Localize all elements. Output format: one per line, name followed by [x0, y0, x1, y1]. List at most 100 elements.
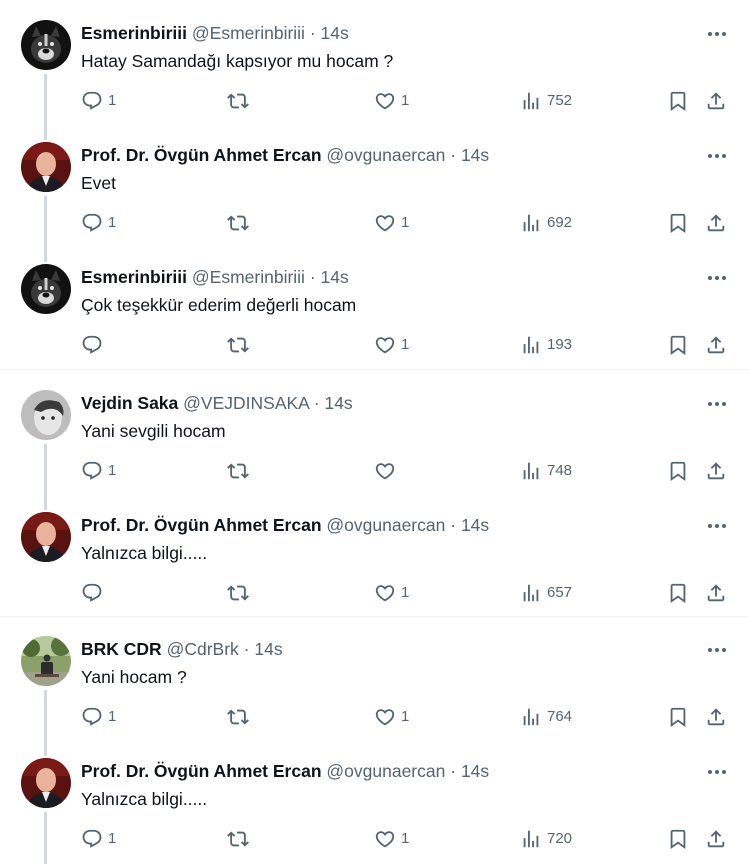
- views-button[interactable]: 752: [520, 89, 572, 113]
- share-button[interactable]: [705, 89, 727, 113]
- reply-button[interactable]: [81, 581, 108, 605]
- timestamp[interactable]: 14s: [321, 267, 349, 287]
- author-handle[interactable]: @ovgunaercan: [326, 761, 445, 781]
- views-button[interactable]: 193: [520, 333, 572, 357]
- retweet-button[interactable]: [227, 827, 254, 851]
- author-name[interactable]: Prof. Dr. Övgün Ahmet Ercan: [81, 515, 322, 535]
- author-handle[interactable]: @Esmerinbiriii: [192, 267, 305, 287]
- bookmark-icon: [667, 828, 689, 850]
- share-button[interactable]: [705, 581, 727, 605]
- share-button[interactable]: [705, 333, 727, 357]
- author-handle[interactable]: @VEJDINSAKA: [183, 393, 309, 413]
- like-count: 1: [401, 214, 410, 231]
- bookmark-button[interactable]: [667, 211, 689, 235]
- more-icon[interactable]: [703, 268, 731, 288]
- share-button[interactable]: [705, 211, 727, 235]
- like-button[interactable]: [374, 459, 401, 483]
- separator-dot: ·: [243, 639, 250, 659]
- like-button[interactable]: 1: [374, 89, 409, 113]
- thread-divider: [0, 616, 749, 617]
- more-icon[interactable]: [703, 146, 731, 166]
- avatar-dog[interactable]: [21, 20, 71, 70]
- like-count: 1: [401, 584, 410, 601]
- share-icon: [705, 212, 727, 234]
- more-icon[interactable]: [703, 762, 731, 782]
- timestamp[interactable]: 14s: [461, 761, 489, 781]
- reply-button[interactable]: 1: [81, 459, 116, 483]
- like-button[interactable]: 1: [374, 333, 409, 357]
- avatar-prof[interactable]: [21, 512, 71, 562]
- more-icon[interactable]: [703, 640, 731, 660]
- share-button[interactable]: [705, 705, 727, 729]
- author-handle[interactable]: @ovgunaercan: [326, 515, 445, 535]
- author-handle[interactable]: @ovgunaercan: [326, 145, 445, 165]
- retweet-button[interactable]: [227, 89, 254, 113]
- retweet-button[interactable]: [227, 705, 254, 729]
- tweet[interactable]: Esmerinbiriii @Esmerinbiriii · 14s Hatay…: [0, 0, 749, 140]
- bookmark-icon: [667, 582, 689, 604]
- bookmark-button[interactable]: [667, 89, 689, 113]
- share-icon: [705, 706, 727, 728]
- like-button[interactable]: 1: [374, 705, 409, 729]
- views-button[interactable]: 764: [520, 705, 572, 729]
- bookmark-button[interactable]: [667, 827, 689, 851]
- share-icon: [705, 334, 727, 356]
- tweet-text: Evet: [81, 173, 117, 193]
- tweet[interactable]: Esmerinbiriii @Esmerinbiriii · 14s Çok t…: [0, 244, 749, 366]
- tweet[interactable]: Vejdin Saka @VEJDINSAKA · 14s Yani sevgi…: [0, 370, 749, 510]
- tweet[interactable]: BRK CDR @CdrBrk · 14s Yani hocam ? 1 1 7…: [0, 616, 749, 756]
- tweet[interactable]: Prof. Dr. Övgün Ahmet Ercan @ovgunaercan…: [0, 122, 749, 262]
- timestamp[interactable]: 14s: [321, 23, 349, 43]
- thread-divider: [0, 369, 749, 370]
- like-button[interactable]: 1: [374, 581, 409, 605]
- retweet-button[interactable]: [227, 581, 254, 605]
- tweet[interactable]: Prof. Dr. Övgün Ahmet Ercan @ovgunaercan…: [0, 492, 749, 614]
- bookmark-button[interactable]: [667, 459, 689, 483]
- more-icon[interactable]: [703, 516, 731, 536]
- retweet-button[interactable]: [227, 459, 254, 483]
- timestamp[interactable]: 14s: [461, 145, 489, 165]
- avatar-prof[interactable]: [21, 758, 71, 808]
- bookmark-button[interactable]: [667, 581, 689, 605]
- author-name[interactable]: BRK CDR: [81, 639, 162, 659]
- share-button[interactable]: [705, 459, 727, 483]
- author-name[interactable]: Prof. Dr. Övgün Ahmet Ercan: [81, 761, 322, 781]
- retweet-icon: [227, 582, 249, 604]
- share-button[interactable]: [705, 827, 727, 851]
- like-button[interactable]: 1: [374, 827, 409, 851]
- bookmark-icon: [667, 334, 689, 356]
- author-name[interactable]: Esmerinbiriii: [81, 267, 187, 287]
- avatar-park[interactable]: [21, 636, 71, 686]
- reply-button[interactable]: 1: [81, 211, 116, 235]
- author-name[interactable]: Prof. Dr. Övgün Ahmet Ercan: [81, 145, 322, 165]
- views-button[interactable]: 720: [520, 827, 572, 851]
- timestamp[interactable]: 14s: [461, 515, 489, 535]
- views-button[interactable]: 748: [520, 459, 572, 483]
- bookmark-button[interactable]: [667, 705, 689, 729]
- views-button[interactable]: 657: [520, 581, 572, 605]
- reply-button[interactable]: 1: [81, 827, 116, 851]
- reply-button[interactable]: [81, 333, 108, 357]
- timestamp[interactable]: 14s: [324, 393, 352, 413]
- author-name[interactable]: Vejdin Saka: [81, 393, 178, 413]
- author-handle[interactable]: @CdrBrk: [167, 639, 239, 659]
- author-name[interactable]: Esmerinbiriii: [81, 23, 187, 43]
- retweet-icon: [227, 828, 249, 850]
- tweet[interactable]: Prof. Dr. Övgün Ahmet Ercan @ovgunaercan…: [0, 738, 749, 864]
- timestamp[interactable]: 14s: [254, 639, 282, 659]
- avatar-dog[interactable]: [21, 264, 71, 314]
- more-icon[interactable]: [703, 394, 731, 414]
- reply-button[interactable]: 1: [81, 705, 116, 729]
- retweet-button[interactable]: [227, 211, 254, 235]
- author-handle[interactable]: @Esmerinbiriii: [192, 23, 305, 43]
- reply-count: 1: [108, 462, 117, 479]
- avatar-child[interactable]: [21, 390, 71, 440]
- reply-button[interactable]: 1: [81, 89, 116, 113]
- retweet-button[interactable]: [227, 333, 254, 357]
- bookmark-button[interactable]: [667, 333, 689, 357]
- like-button[interactable]: 1: [374, 211, 409, 235]
- separator-dot: ·: [450, 761, 457, 781]
- more-icon[interactable]: [703, 24, 731, 44]
- views-button[interactable]: 692: [520, 211, 572, 235]
- avatar-prof[interactable]: [21, 142, 71, 192]
